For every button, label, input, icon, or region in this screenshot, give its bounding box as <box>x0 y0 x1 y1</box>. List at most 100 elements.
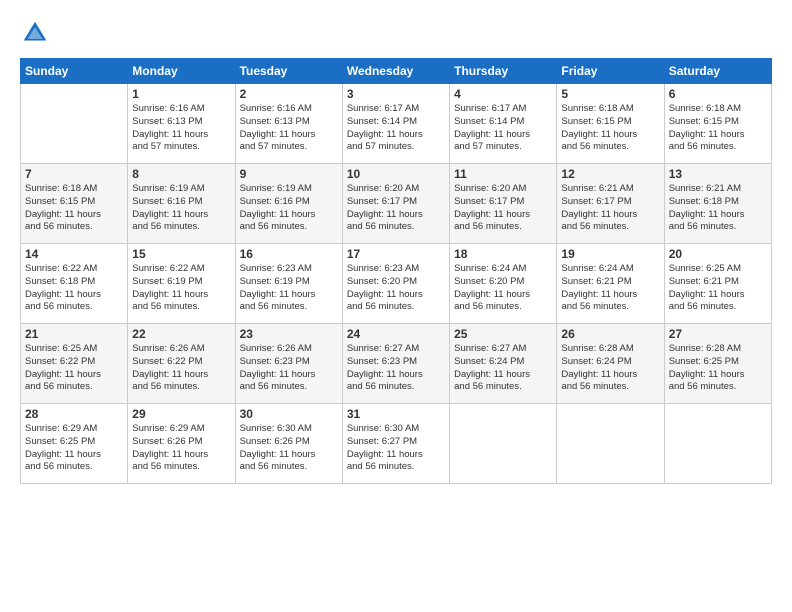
day-number: 26 <box>561 327 659 341</box>
calendar-cell: 4 Sunrise: 6:17 AM Sunset: 6:14 PM Daylig… <box>450 84 557 164</box>
day-info: Sunrise: 6:24 AM Sunset: 6:21 PM Dayligh… <box>561 263 659 314</box>
day-info: Sunrise: 6:20 AM Sunset: 6:17 PM Dayligh… <box>347 183 445 234</box>
weekday-header: Friday <box>557 59 664 84</box>
day-number: 14 <box>25 247 123 261</box>
day-info: Sunrise: 6:18 AM Sunset: 6:15 PM Dayligh… <box>669 103 767 154</box>
calendar-cell: 15Sunrise: 6:22 AM Sunset: 6:19 PM Dayli… <box>128 244 235 324</box>
page: SundayMondayTuesdayWednesdayThursdayFrid… <box>0 0 792 612</box>
day-number: 28 <box>25 407 123 421</box>
calendar-cell: 9 Sunrise: 6:19 AM Sunset: 6:16 PM Daylig… <box>235 164 342 244</box>
calendar-cell: 10 Sunrise: 6:20 AM Sunset: 6:17 PM Dayli… <box>342 164 449 244</box>
calendar-week-row: 28 Sunrise: 6:29 AM Sunset: 6:25 PM Dayli… <box>21 404 772 484</box>
day-info: Sunrise: 6:23 AM Sunset: 6:19 PM Dayligh… <box>240 263 338 314</box>
weekday-header: Saturday <box>664 59 771 84</box>
calendar-cell: 28 Sunrise: 6:29 AM Sunset: 6:25 PM Dayli… <box>21 404 128 484</box>
day-info: Sunrise: 6:30 AM Sunset: 6:27 PM Dayligh… <box>347 423 445 474</box>
day-number: 13 <box>669 167 767 181</box>
day-number: 20 <box>669 247 767 261</box>
day-info: Sunrise: 6:23 AM Sunset: 6:20 PM Dayligh… <box>347 263 445 314</box>
calendar-cell: 3Sunrise: 6:17 AM Sunset: 6:14 PM Daylig… <box>342 84 449 164</box>
calendar-cell: 25Sunrise: 6:27 AM Sunset: 6:24 PM Dayli… <box>450 324 557 404</box>
day-number: 11 <box>454 167 552 181</box>
calendar-cell: 1 Sunrise: 6:16 AM Sunset: 6:13 PM Daylig… <box>128 84 235 164</box>
calendar-cell: 26Sunrise: 6:28 AM Sunset: 6:24 PM Dayli… <box>557 324 664 404</box>
calendar-header-row: SundayMondayTuesdayWednesdayThursdayFrid… <box>21 59 772 84</box>
calendar-cell <box>450 404 557 484</box>
day-info: Sunrise: 6:17 AM Sunset: 6:14 PM Dayligh… <box>454 103 552 154</box>
day-info: Sunrise: 6:22 AM Sunset: 6:18 PM Dayligh… <box>25 263 123 314</box>
calendar-cell <box>21 84 128 164</box>
calendar-week-row: 21 Sunrise: 6:25 AM Sunset: 6:22 PM Dayli… <box>21 324 772 404</box>
day-number: 24 <box>347 327 445 341</box>
day-number: 17 <box>347 247 445 261</box>
calendar-cell: 22Sunrise: 6:26 AM Sunset: 6:22 PM Dayli… <box>128 324 235 404</box>
day-info: Sunrise: 6:26 AM Sunset: 6:22 PM Dayligh… <box>132 343 230 394</box>
day-number: 9 <box>240 167 338 181</box>
calendar-cell <box>664 404 771 484</box>
calendar-cell: 7 Sunrise: 6:18 AM Sunset: 6:15 PM Daylig… <box>21 164 128 244</box>
day-info: Sunrise: 6:24 AM Sunset: 6:20 PM Dayligh… <box>454 263 552 314</box>
day-info: Sunrise: 6:28 AM Sunset: 6:25 PM Dayligh… <box>669 343 767 394</box>
day-number: 10 <box>347 167 445 181</box>
day-info: Sunrise: 6:29 AM Sunset: 6:25 PM Dayligh… <box>25 423 123 474</box>
day-number: 23 <box>240 327 338 341</box>
day-number: 8 <box>132 167 230 181</box>
day-number: 7 <box>25 167 123 181</box>
calendar-week-row: 7 Sunrise: 6:18 AM Sunset: 6:15 PM Daylig… <box>21 164 772 244</box>
day-info: Sunrise: 6:16 AM Sunset: 6:13 PM Dayligh… <box>240 103 338 154</box>
calendar-cell: 19 Sunrise: 6:24 AM Sunset: 6:21 PM Dayli… <box>557 244 664 324</box>
weekday-header: Sunday <box>21 59 128 84</box>
day-number: 2 <box>240 87 338 101</box>
calendar-cell: 13 Sunrise: 6:21 AM Sunset: 6:18 PM Dayli… <box>664 164 771 244</box>
calendar-week-row: 14 Sunrise: 6:22 AM Sunset: 6:18 PM Dayli… <box>21 244 772 324</box>
day-number: 4 <box>454 87 552 101</box>
day-info: Sunrise: 6:19 AM Sunset: 6:16 PM Dayligh… <box>240 183 338 234</box>
day-info: Sunrise: 6:21 AM Sunset: 6:17 PM Dayligh… <box>561 183 659 234</box>
calendar-cell: 30Sunrise: 6:30 AM Sunset: 6:26 PM Dayli… <box>235 404 342 484</box>
weekday-header: Tuesday <box>235 59 342 84</box>
calendar-cell: 12 Sunrise: 6:21 AM Sunset: 6:17 PM Dayli… <box>557 164 664 244</box>
day-number: 19 <box>561 247 659 261</box>
calendar-cell: 6 Sunrise: 6:18 AM Sunset: 6:15 PM Daylig… <box>664 84 771 164</box>
logo <box>20 18 54 48</box>
day-info: Sunrise: 6:29 AM Sunset: 6:26 PM Dayligh… <box>132 423 230 474</box>
calendar-cell: 11 Sunrise: 6:20 AM Sunset: 6:17 PM Dayli… <box>450 164 557 244</box>
calendar-cell: 17 Sunrise: 6:23 AM Sunset: 6:20 PM Dayli… <box>342 244 449 324</box>
calendar-cell: 2 Sunrise: 6:16 AM Sunset: 6:13 PM Daylig… <box>235 84 342 164</box>
logo-icon <box>20 18 50 48</box>
day-info: Sunrise: 6:25 AM Sunset: 6:22 PM Dayligh… <box>25 343 123 394</box>
calendar-cell: 18Sunrise: 6:24 AM Sunset: 6:20 PM Dayli… <box>450 244 557 324</box>
day-info: Sunrise: 6:20 AM Sunset: 6:17 PM Dayligh… <box>454 183 552 234</box>
weekday-header: Thursday <box>450 59 557 84</box>
calendar-week-row: 1 Sunrise: 6:16 AM Sunset: 6:13 PM Daylig… <box>21 84 772 164</box>
day-number: 15 <box>132 247 230 261</box>
calendar-cell: 8Sunrise: 6:19 AM Sunset: 6:16 PM Daylig… <box>128 164 235 244</box>
day-info: Sunrise: 6:18 AM Sunset: 6:15 PM Dayligh… <box>25 183 123 234</box>
calendar-cell: 31Sunrise: 6:30 AM Sunset: 6:27 PM Dayli… <box>342 404 449 484</box>
day-info: Sunrise: 6:16 AM Sunset: 6:13 PM Dayligh… <box>132 103 230 154</box>
day-info: Sunrise: 6:25 AM Sunset: 6:21 PM Dayligh… <box>669 263 767 314</box>
calendar-cell <box>557 404 664 484</box>
calendar-cell: 5 Sunrise: 6:18 AM Sunset: 6:15 PM Daylig… <box>557 84 664 164</box>
weekday-header: Monday <box>128 59 235 84</box>
day-number: 6 <box>669 87 767 101</box>
day-number: 27 <box>669 327 767 341</box>
day-number: 29 <box>132 407 230 421</box>
day-number: 16 <box>240 247 338 261</box>
day-info: Sunrise: 6:21 AM Sunset: 6:18 PM Dayligh… <box>669 183 767 234</box>
day-info: Sunrise: 6:30 AM Sunset: 6:26 PM Dayligh… <box>240 423 338 474</box>
day-info: Sunrise: 6:18 AM Sunset: 6:15 PM Dayligh… <box>561 103 659 154</box>
weekday-header: Wednesday <box>342 59 449 84</box>
calendar-cell: 14 Sunrise: 6:22 AM Sunset: 6:18 PM Dayli… <box>21 244 128 324</box>
calendar-cell: 16 Sunrise: 6:23 AM Sunset: 6:19 PM Dayli… <box>235 244 342 324</box>
day-number: 1 <box>132 87 230 101</box>
calendar: SundayMondayTuesdayWednesdayThursdayFrid… <box>20 58 772 484</box>
day-number: 12 <box>561 167 659 181</box>
day-info: Sunrise: 6:27 AM Sunset: 6:23 PM Dayligh… <box>347 343 445 394</box>
calendar-cell: 29 Sunrise: 6:29 AM Sunset: 6:26 PM Dayli… <box>128 404 235 484</box>
day-number: 21 <box>25 327 123 341</box>
day-info: Sunrise: 6:17 AM Sunset: 6:14 PM Dayligh… <box>347 103 445 154</box>
calendar-cell: 24 Sunrise: 6:27 AM Sunset: 6:23 PM Dayli… <box>342 324 449 404</box>
day-number: 5 <box>561 87 659 101</box>
calendar-cell: 21 Sunrise: 6:25 AM Sunset: 6:22 PM Dayli… <box>21 324 128 404</box>
